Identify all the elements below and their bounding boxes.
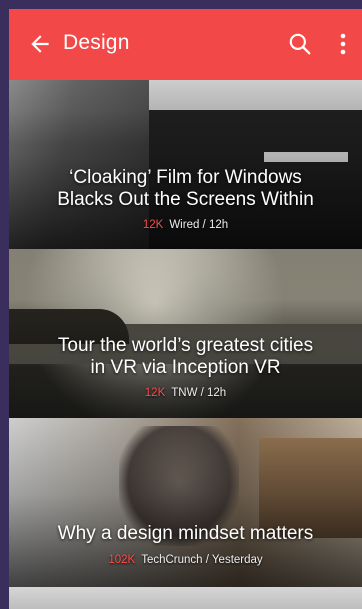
- article-card[interactable]: Why a design mindset matters 102K TechCru…: [9, 418, 362, 587]
- page-title: Design: [63, 31, 130, 54]
- search-icon: [289, 33, 311, 55]
- headline-line: in VR via Inception VR: [90, 357, 281, 378]
- headline-line: Why a design mindset matters: [57, 523, 314, 544]
- headline-line: ‘Cloaking’ Film for Windows: [69, 167, 302, 188]
- headline-line: Blacks Out the Screens Within: [57, 189, 314, 210]
- article-headline: ‘Cloaking’ Film for Windows Blacks Out t…: [21, 167, 350, 211]
- article-meta: 12K Wired / 12h: [9, 219, 362, 231]
- article-source: TechCrunch / Yesterday: [141, 554, 263, 566]
- search-button[interactable]: [287, 31, 313, 57]
- article-count: 12K: [144, 387, 166, 399]
- article-image: [9, 587, 362, 609]
- article-meta: 12K TNW / 12h: [9, 387, 362, 399]
- article-meta: 102K TechCrunch / Yesterday: [9, 554, 362, 566]
- more-options-button[interactable]: [335, 31, 351, 57]
- article-card[interactable]: [9, 587, 362, 609]
- article-source: Wired / 12h: [169, 219, 229, 231]
- headline-line: Tour the world’s greatest cities: [57, 335, 314, 356]
- article-card[interactable]: ‘Cloaking’ Film for Windows Blacks Out t…: [9, 80, 362, 249]
- article-card[interactable]: Tour the world’s greatest cities in VR v…: [9, 249, 362, 418]
- back-button[interactable]: [27, 31, 53, 57]
- article-source: TNW / 12h: [171, 387, 227, 399]
- more-vertical-icon: [340, 33, 346, 55]
- article-headline: Why a design mindset matters: [21, 523, 350, 545]
- arrow-left-icon: [31, 35, 49, 53]
- app-window: Design ‘Cloaking’ Film for Windows Black…: [9, 9, 362, 609]
- article-count: 12K: [142, 219, 164, 231]
- article-headline: Tour the world’s greatest cities in VR v…: [21, 335, 350, 379]
- article-count: 102K: [108, 554, 136, 566]
- app-bar: Design: [9, 9, 362, 80]
